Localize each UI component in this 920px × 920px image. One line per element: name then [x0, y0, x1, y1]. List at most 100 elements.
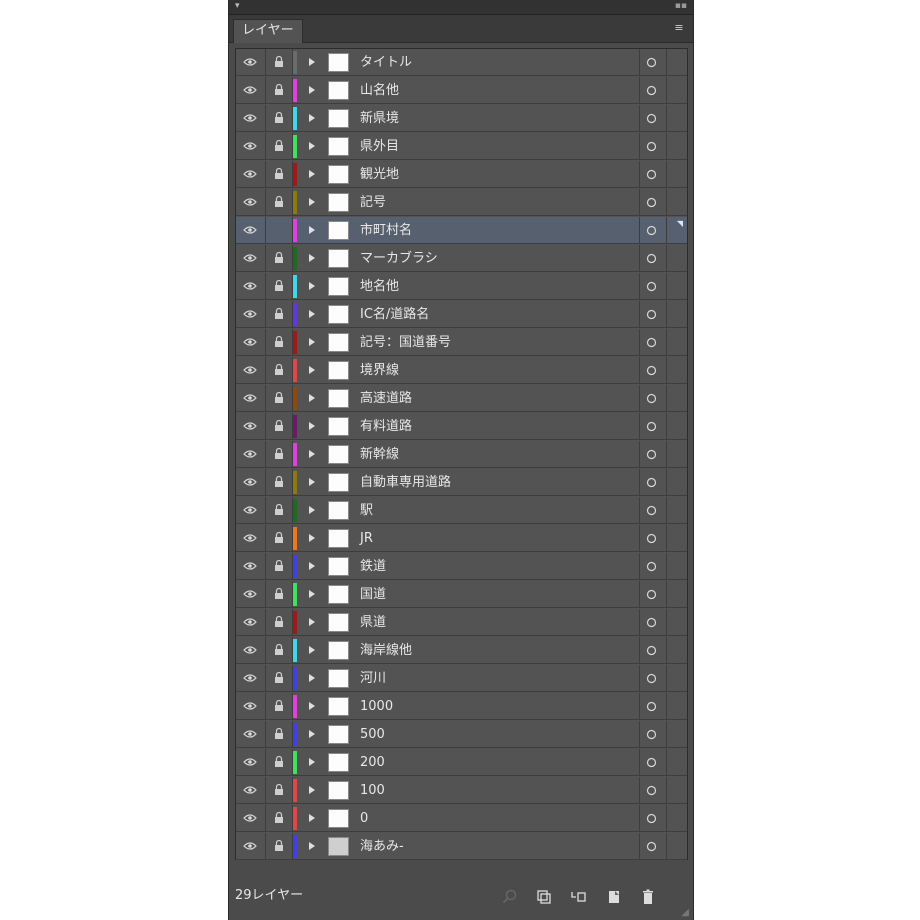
- visibility-toggle[interactable]: [236, 413, 264, 440]
- lock-toggle[interactable]: [266, 301, 292, 328]
- expand-toggle[interactable]: [302, 385, 322, 412]
- layer-row[interactable]: 境界線: [236, 357, 687, 384]
- lock-toggle[interactable]: [266, 721, 292, 748]
- visibility-toggle[interactable]: [236, 525, 264, 552]
- target-toggle[interactable]: [640, 609, 664, 636]
- expand-toggle[interactable]: [302, 77, 322, 104]
- lock-toggle[interactable]: [266, 469, 292, 496]
- layer-row[interactable]: 高速道路: [236, 385, 687, 412]
- layer-row[interactable]: 0: [236, 805, 687, 832]
- layer-list[interactable]: タイトル 山名他 新県境 県外目 観光地 記号 市町村名 ◥ マーカブラシ 地名他 IC名/道路名記…: [235, 48, 688, 860]
- visibility-toggle[interactable]: [236, 777, 264, 804]
- expand-toggle[interactable]: [302, 301, 322, 328]
- layer-row[interactable]: 河川: [236, 665, 687, 692]
- layer-name[interactable]: 新幹線: [360, 441, 399, 468]
- target-toggle[interactable]: [640, 441, 664, 468]
- lock-toggle[interactable]: [266, 161, 292, 188]
- layer-name[interactable]: IC名/道路名: [360, 301, 429, 328]
- layer-name[interactable]: 国道: [360, 581, 386, 608]
- visibility-toggle[interactable]: [236, 217, 264, 244]
- expand-toggle[interactable]: [302, 413, 322, 440]
- expand-toggle[interactable]: [302, 161, 322, 188]
- expand-toggle[interactable]: [302, 133, 322, 160]
- layer-name[interactable]: 観光地: [360, 161, 399, 188]
- target-toggle[interactable]: [640, 245, 664, 272]
- expand-toggle[interactable]: [302, 721, 322, 748]
- target-toggle[interactable]: [640, 693, 664, 720]
- target-toggle[interactable]: [640, 805, 664, 832]
- expand-toggle[interactable]: [302, 581, 322, 608]
- make-clipping-mask-button[interactable]: [535, 888, 553, 906]
- layer-name[interactable]: タイトル: [360, 49, 412, 76]
- layer-row[interactable]: JR: [236, 525, 687, 552]
- locate-object-button[interactable]: [501, 888, 519, 906]
- layer-row[interactable]: 県道: [236, 609, 687, 636]
- lock-toggle[interactable]: [266, 777, 292, 804]
- lock-toggle[interactable]: [266, 553, 292, 580]
- layer-name[interactable]: 県外目: [360, 133, 399, 160]
- layer-name[interactable]: 県道: [360, 609, 386, 636]
- expand-toggle[interactable]: [302, 245, 322, 272]
- layer-name[interactable]: 駅: [360, 497, 373, 524]
- layer-row[interactable]: 記号: [236, 189, 687, 216]
- expand-toggle[interactable]: [302, 833, 322, 860]
- layer-row[interactable]: 駅: [236, 497, 687, 524]
- layer-name[interactable]: 自動車専用道路: [360, 469, 451, 496]
- visibility-toggle[interactable]: [236, 665, 264, 692]
- lock-toggle[interactable]: [266, 497, 292, 524]
- expand-toggle[interactable]: [302, 553, 322, 580]
- expand-toggle[interactable]: [302, 749, 322, 776]
- layer-row[interactable]: 100: [236, 777, 687, 804]
- expand-toggle[interactable]: [302, 273, 322, 300]
- layer-row[interactable]: 市町村名 ◥: [236, 217, 687, 244]
- visibility-toggle[interactable]: [236, 581, 264, 608]
- layer-row[interactable]: 海あみ-: [236, 833, 687, 860]
- layer-name[interactable]: マーカブラシ: [360, 245, 438, 272]
- lock-toggle[interactable]: [266, 693, 292, 720]
- layer-row[interactable]: 鉄道: [236, 553, 687, 580]
- layer-row[interactable]: タイトル: [236, 49, 687, 76]
- visibility-toggle[interactable]: [236, 497, 264, 524]
- layer-row[interactable]: 自動車専用道路: [236, 469, 687, 496]
- layer-row[interactable]: 新幹線: [236, 441, 687, 468]
- lock-toggle[interactable]: [266, 189, 292, 216]
- layer-name[interactable]: 境界線: [360, 357, 399, 384]
- tab-layers[interactable]: レイヤー: [233, 19, 303, 43]
- visibility-toggle[interactable]: [236, 189, 264, 216]
- layer-row[interactable]: 海岸線他: [236, 637, 687, 664]
- lock-toggle[interactable]: [266, 609, 292, 636]
- layer-row[interactable]: 有料道路: [236, 413, 687, 440]
- lock-toggle[interactable]: [266, 581, 292, 608]
- lock-toggle[interactable]: [266, 637, 292, 664]
- visibility-toggle[interactable]: [236, 245, 264, 272]
- target-toggle[interactable]: [640, 77, 664, 104]
- target-toggle[interactable]: [640, 581, 664, 608]
- visibility-toggle[interactable]: [236, 105, 264, 132]
- expand-toggle[interactable]: [302, 217, 322, 244]
- visibility-toggle[interactable]: [236, 301, 264, 328]
- target-toggle[interactable]: [640, 525, 664, 552]
- visibility-toggle[interactable]: [236, 357, 264, 384]
- collapse-arrows-icon[interactable]: ▾: [235, 0, 240, 12]
- visibility-toggle[interactable]: [236, 469, 264, 496]
- expand-toggle[interactable]: [302, 105, 322, 132]
- lock-toggle[interactable]: [266, 329, 292, 356]
- layer-name[interactable]: 山名他: [360, 77, 399, 104]
- layer-row[interactable]: 500: [236, 721, 687, 748]
- layer-row[interactable]: 観光地: [236, 161, 687, 188]
- lock-toggle[interactable]: [266, 441, 292, 468]
- expand-toggle[interactable]: [302, 497, 322, 524]
- panel-menu-icon[interactable]: ≡: [671, 22, 687, 36]
- lock-toggle[interactable]: [266, 665, 292, 692]
- layer-name[interactable]: 200: [360, 749, 385, 776]
- layer-name[interactable]: 新県境: [360, 105, 399, 132]
- target-toggle[interactable]: [640, 777, 664, 804]
- layer-row[interactable]: マーカブラシ: [236, 245, 687, 272]
- lock-toggle[interactable]: [266, 413, 292, 440]
- target-toggle[interactable]: [640, 273, 664, 300]
- expand-toggle[interactable]: [302, 665, 322, 692]
- expand-toggle[interactable]: [302, 189, 322, 216]
- lock-toggle[interactable]: [266, 833, 292, 860]
- visibility-toggle[interactable]: [236, 49, 264, 76]
- visibility-toggle[interactable]: [236, 749, 264, 776]
